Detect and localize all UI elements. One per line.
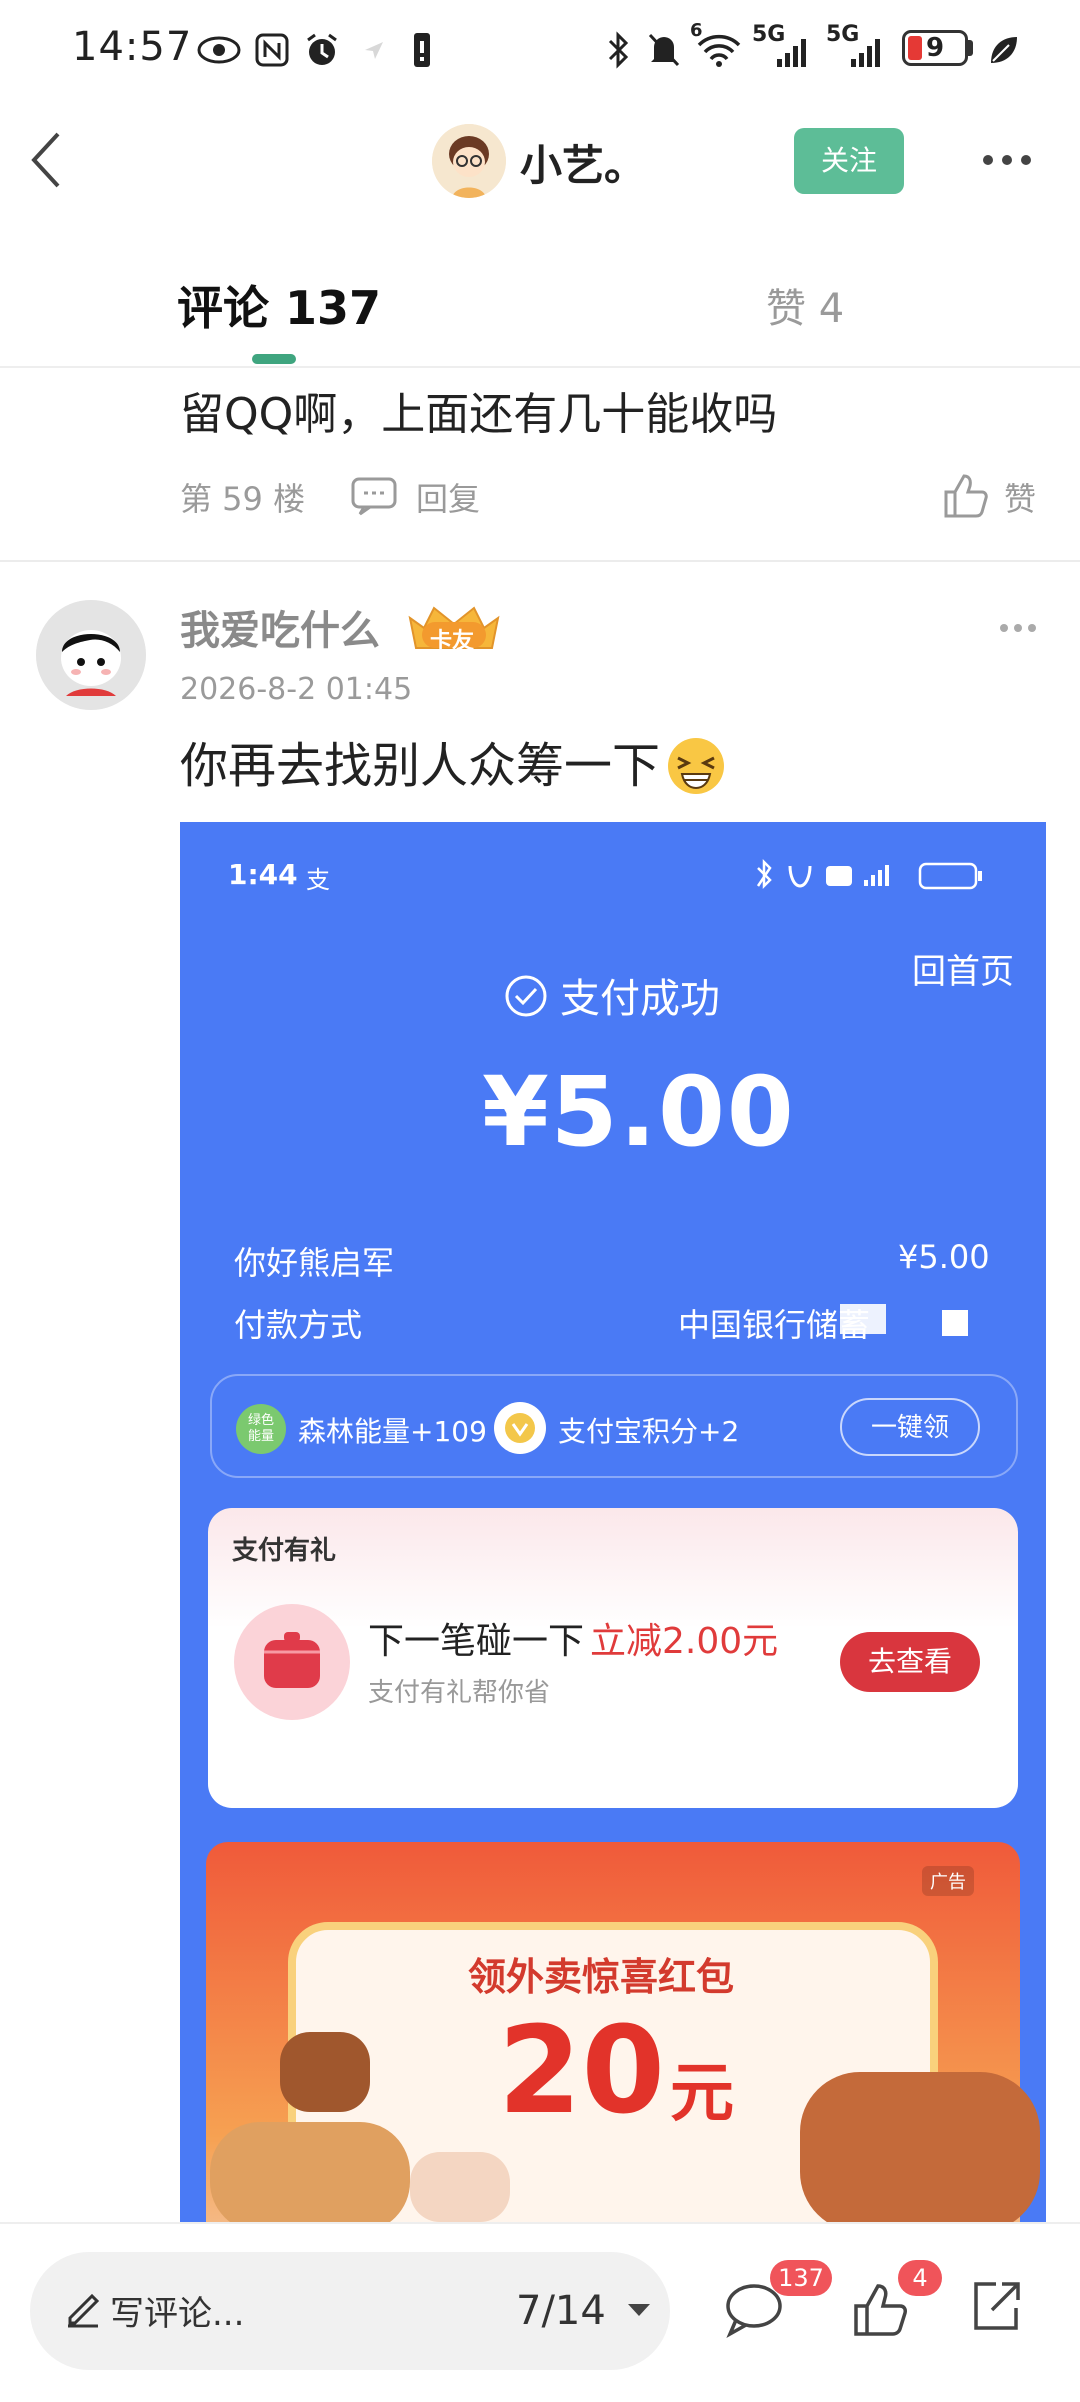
wifi-label: 6	[690, 20, 703, 41]
burger-illustration	[280, 2032, 370, 2112]
comment-count-badge: 137	[770, 2260, 832, 2296]
banner-amount: 20	[498, 2002, 665, 2141]
more-icon	[983, 155, 1031, 165]
payment-amount: ¥5.00	[482, 1056, 796, 1168]
page-indicator[interactable]: 7/14	[516, 2288, 606, 2334]
battery-level: 9	[925, 33, 945, 63]
share-button[interactable]	[966, 2276, 1026, 2336]
notification-icon	[410, 30, 434, 70]
comment-text: 留QQ啊，上面还有几十能收吗	[180, 389, 778, 440]
payment-method-label: 付款方式	[234, 1306, 363, 1344]
forest-energy-icon: 绿色 能量	[236, 1404, 286, 1454]
header-username[interactable]: 小艺。	[520, 132, 646, 193]
tab-likes[interactable]: 赞 4	[766, 276, 844, 334]
alipay-points: 支付宝积分+2	[558, 1415, 740, 1448]
alarm-icon	[302, 30, 342, 70]
like-count-badge: 4	[898, 2260, 942, 2296]
forest-energy: 森林能量+109	[298, 1415, 487, 1448]
card-friend-badge: 卡友	[404, 600, 504, 656]
tab-indicator	[252, 354, 296, 364]
avatar[interactable]	[36, 600, 146, 710]
pen-icon	[64, 2288, 102, 2328]
like-label[interactable]: 赞	[1004, 474, 1036, 520]
badge-label: 卡友	[430, 629, 475, 654]
comment-text: 你再去找别人众筹一下	[180, 738, 661, 794]
tab-comments[interactable]: 评论 137	[177, 272, 381, 338]
more-options-button[interactable]	[980, 150, 1034, 170]
reply-button[interactable]	[350, 476, 398, 516]
more-icon	[1000, 624, 1036, 632]
status-time: 14:57	[72, 24, 193, 70]
payment-status: 支付成功	[560, 976, 720, 1022]
card-title: 支付有礼	[232, 1536, 337, 1566]
divider	[0, 560, 1080, 562]
greeting-label: 你好熊启军	[234, 1244, 395, 1282]
points-icon	[494, 1402, 546, 1454]
reply-label[interactable]: 回复	[416, 474, 480, 520]
redaction-mask	[840, 1304, 886, 1334]
like-comment-button[interactable]	[940, 470, 990, 520]
eye-icon	[196, 30, 242, 70]
gift-text: 下一笔碰一下	[368, 1621, 585, 1662]
food-illustration	[800, 2072, 1040, 2222]
comment-username[interactable]: 我爱吃什么	[180, 598, 380, 656]
floor-number: 第 59 楼	[180, 480, 306, 518]
back-button[interactable]	[26, 128, 66, 192]
banner-title: 领外卖惊喜红包	[468, 1955, 735, 1999]
follow-button[interactable]: 关注	[794, 128, 904, 194]
avatar[interactable]	[432, 124, 506, 198]
chevron-down-icon[interactable]	[626, 2302, 652, 2318]
grinning-squint-emoji-icon	[666, 736, 726, 796]
signal-label: 5G	[826, 22, 860, 47]
sandwich-illustration	[210, 2122, 410, 2222]
thumbs-up-icon	[944, 474, 988, 518]
view-button: 去查看	[840, 1632, 980, 1692]
claim-all-button: 一键领	[840, 1398, 980, 1456]
comment-timestamp: 2026-8-2 01:45	[180, 672, 413, 707]
reply-icon	[351, 477, 397, 516]
red-bag-icon	[234, 1604, 350, 1720]
gift-discount: 立减2.00元	[590, 1621, 779, 1662]
battery-icon: 9	[902, 30, 968, 66]
nfc-icon	[254, 30, 290, 70]
check-circle-icon	[504, 974, 548, 1018]
location-icon	[362, 30, 386, 70]
back-arrow-icon	[31, 132, 60, 188]
banner-unit: 元	[670, 2057, 734, 2131]
home-link: 回首页	[912, 952, 1014, 992]
user-avatar-icon	[432, 124, 506, 198]
screenshot-status-icons	[750, 856, 1020, 896]
signal-label: 5G	[752, 22, 786, 47]
leaf-icon	[984, 30, 1024, 70]
bluetooth-icon	[604, 30, 634, 70]
divider	[0, 366, 1080, 368]
write-comment-placeholder[interactable]: 写评论...	[110, 2286, 244, 2335]
gift-subtext: 支付有礼帮你省	[368, 1678, 551, 1708]
mute-icon	[644, 30, 684, 70]
user-avatar-icon	[36, 600, 146, 710]
greeting-value: ¥5.00	[898, 1238, 990, 1276]
redaction-mask	[942, 1310, 968, 1336]
ad-label: 广告	[922, 1866, 974, 1896]
alipay-mark: 支	[306, 866, 330, 894]
share-icon	[974, 2282, 1020, 2330]
screenshot-time: 1:44	[228, 858, 298, 891]
comment-more-button[interactable]	[998, 620, 1038, 634]
food-illustration	[410, 2152, 510, 2222]
comment-image[interactable]: 1:44 支 回首页 支付成功 ¥5.00 你好熊启军 ¥5.00 付款方式 中…	[180, 822, 1046, 2222]
status-bar: 14:57 6 5G 5G 9	[0, 0, 1080, 100]
